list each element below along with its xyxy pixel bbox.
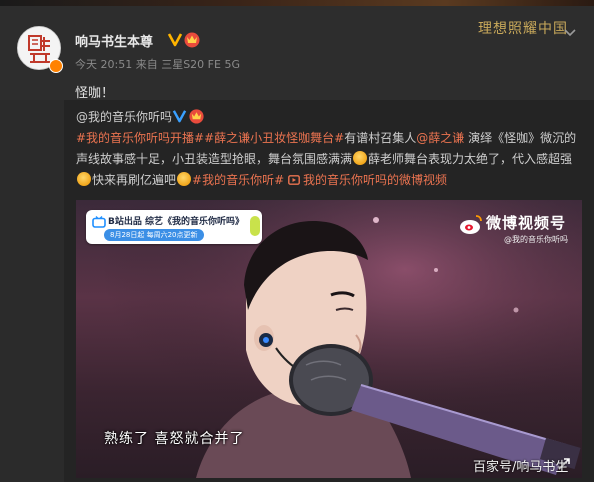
video-link-icon [288,175,300,185]
brand-text: 理想照耀中国 [478,21,568,37]
mention-link[interactable]: @薛之谦 [416,131,464,145]
weibo-post-card: 响马书生本尊 今天 20:51 来自 三星S20 FE 5G 理想照耀中国 怪咖… [0,6,594,101]
emoji-icon [77,172,91,186]
crown-badge-icon [184,32,200,48]
emoji-icon [353,151,368,165]
plain-text: 有谱村召集人 [344,131,417,145]
video-subtitle: 熟练了 喜怒就合并了 [104,431,245,447]
reposted-content: @我的音乐你听吗 #我的音乐你听吗开播##薛之谦小丑妆怪咖舞台#有谱村召集人@薛… [64,100,594,482]
chevron-down-icon[interactable] [563,28,577,38]
source-prefix: 来自 [135,58,158,71]
emoji-icon [177,172,192,186]
plain-text: 薛老师舞台表现力太绝了，代入感超强 [368,152,573,166]
crown-badge-icon [189,109,204,124]
program-schedule: 8月28日起 每周六20点更新 [104,229,204,241]
verified-v-icon [172,110,187,123]
hashtag-link[interactable]: #我的音乐你听吗开播# [76,131,204,145]
post-meta: 今天 20:51 来自 三星S20 FE 5G [75,56,240,72]
bilibili-tv-icon [92,216,106,228]
video-link-label: 我的音乐你听吗的微博视频 [302,173,447,187]
watermark: 百家号/响马书生 [473,460,569,475]
program-info-card: B站出品 综艺《我的音乐你听吗》 8月28日起 每周六20点更新 [86,210,262,244]
weibo-logo-icon [460,215,482,234]
post-text: 怪咖！ [75,86,115,101]
weibo-video-title: 微博视频号 [486,214,567,232]
hashtag-link[interactable]: #薛之谦小丑妆怪咖舞台# [204,131,344,145]
username[interactable]: 响马书生本尊 [75,31,153,50]
hashtag-link[interactable]: #我的音乐你听# [192,173,284,187]
video-link[interactable]: 我的音乐你听吗的微博视频 [288,173,447,187]
post-source: 三星S20 FE 5G [161,58,240,71]
verified-v-icon [167,33,183,47]
program-title: B站出品 综艺《我的音乐你听吗》 [108,217,244,227]
video-player[interactable]: B站出品 综艺《我的音乐你听吗》 8月28日起 每周六20点更新 微博视频号 @… [76,200,582,478]
program-mascot [250,216,260,236]
plain-text: 快来再刷亿遍吧 [92,173,177,187]
avatar-verified-badge [49,59,63,73]
weibo-video-account: @我的音乐你听吗 [504,235,568,244]
repost-author[interactable]: @我的音乐你听吗 [76,108,172,125]
post-time[interactable]: 今天 20:51 [75,58,132,71]
repost-text: #我的音乐你听吗开播##薛之谦小丑妆怪咖舞台#有谱村召集人@薛之谦 演绎《怪咖》… [76,128,588,191]
